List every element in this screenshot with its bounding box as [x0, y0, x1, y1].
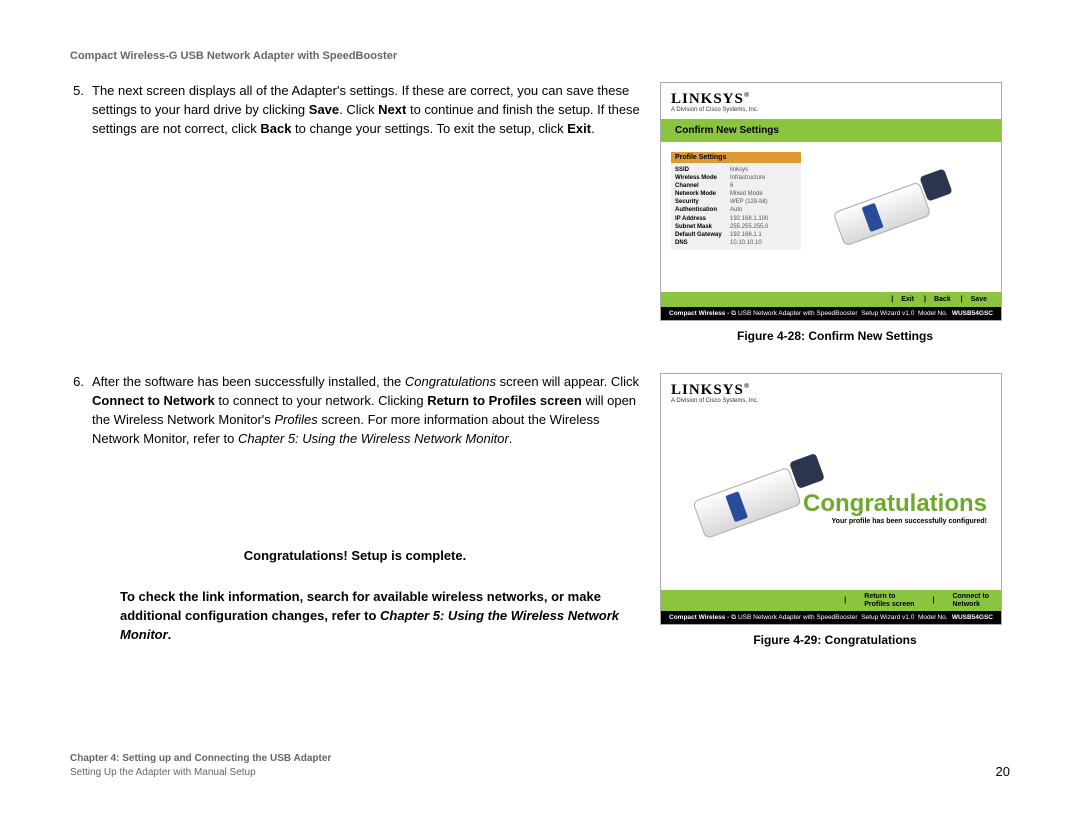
text: . [591, 121, 595, 136]
congratulations-screen-name: Congratulations [405, 374, 496, 389]
text: . [168, 627, 172, 642]
tagline: A Division of Cisco Systems, Inc. [671, 398, 991, 404]
text: . [509, 431, 513, 446]
next-label: Next [378, 102, 406, 117]
congratulations-line: Congratulations! Setup is complete. [70, 548, 640, 563]
button-bar: | Return toProfiles screen | Connect toN… [661, 590, 1001, 611]
linksys-logo: LINKSYS® [671, 91, 991, 108]
settings-row: SecurityWEP (128-bit) [675, 198, 797, 206]
settings-row: Channel6 [675, 182, 797, 190]
figure-4-29-screenshot: LINKSYS® A Division of Cisco Systems, In… [660, 373, 1002, 625]
connect-to-network-button[interactable]: Connect toNetwork [952, 593, 989, 608]
settings-row: IP Address192.168.1.100 [675, 215, 797, 223]
save-button[interactable]: Save [971, 296, 987, 303]
figure-4-28-screenshot: LINKSYS® A Division of Cisco Systems, In… [660, 82, 1002, 321]
save-label: Save [309, 102, 339, 117]
figure-caption: Figure 4-29: Congratulations [660, 633, 1010, 647]
document-title: Compact Wireless-G USB Network Adapter w… [70, 50, 1010, 62]
connect-label: Connect to Network [92, 393, 215, 408]
chapter-reference: Chapter 5: Using the Wireless Network Mo… [238, 431, 509, 446]
back-button[interactable]: Back [934, 296, 951, 303]
text: screen will appear. Click [496, 374, 639, 389]
settings-row: Default Gateway192.168.1.1 [675, 231, 797, 239]
step-5: 5. The next screen displays all of the A… [70, 82, 640, 139]
linksys-logo: LINKSYS® [671, 382, 991, 399]
screenshot-footer: Compact Wireless - G USB Network Adapter… [661, 611, 1001, 624]
panel-header: Profile Settings [671, 152, 801, 163]
settings-row: Network ModeMixed Mode [675, 190, 797, 198]
screenshot-footer: Compact Wireless - G USB Network Adapter… [661, 307, 1001, 320]
settings-table: SSIDlinksysWireless ModeInfrastructureCh… [671, 163, 801, 250]
text: to connect to your network. Clicking [215, 393, 427, 408]
step-number: 6. [70, 373, 84, 448]
screen-title: Confirm New Settings [661, 119, 1001, 142]
closing-text: To check the link information, search fo… [70, 588, 640, 645]
button-bar: |Exit |Back |Save [661, 292, 1001, 307]
text: After the software has been successfully… [92, 374, 405, 389]
page-footer-text: Chapter 4: Setting up and Connecting the… [70, 752, 331, 779]
profiles-screen-name: Profiles [274, 412, 317, 427]
settings-row: SSIDlinksys [675, 166, 797, 174]
page-number: 20 [996, 764, 1010, 779]
text: . Click [339, 102, 378, 117]
congratulations-heading: Congratulations [803, 490, 987, 518]
settings-row: Subnet Mask255.255.255.0 [675, 223, 797, 231]
exit-label: Exit [567, 121, 591, 136]
step-text: The next screen displays all of the Adap… [92, 82, 640, 139]
step-6: 6. After the software has been successfu… [70, 373, 640, 448]
return-to-profiles-button[interactable]: Return toProfiles screen [864, 593, 914, 608]
figure-caption: Figure 4-28: Confirm New Settings [660, 329, 1010, 343]
congratulations-subtext: Your profile has been successfully confi… [803, 518, 987, 525]
settings-row: AuthenticationAuto [675, 206, 797, 214]
back-label: Back [260, 121, 291, 136]
text: to change your settings. To exit the set… [291, 121, 567, 136]
settings-row: DNS10.10.10.10 [675, 239, 797, 247]
settings-row: Wireless ModeInfrastructure [675, 174, 797, 182]
usb-adapter-image [831, 172, 951, 252]
step-number: 5. [70, 82, 84, 139]
exit-button[interactable]: Exit [901, 296, 914, 303]
return-label: Return to Profiles screen [427, 393, 582, 408]
step-text: After the software has been successfully… [92, 373, 640, 448]
tagline: A Division of Cisco Systems, Inc. [671, 107, 991, 113]
